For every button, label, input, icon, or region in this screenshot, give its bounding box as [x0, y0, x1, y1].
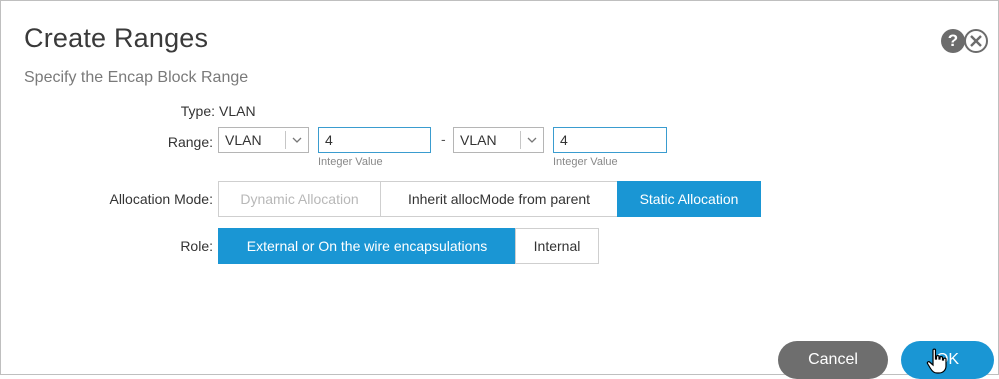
allocation-dynamic-option[interactable]: Dynamic Allocation	[218, 181, 381, 217]
hand-pointer-icon	[926, 348, 947, 374]
dialog-title: Create Ranges	[24, 23, 209, 53]
help-icon[interactable]: ?	[941, 29, 965, 53]
role-internal-option[interactable]: Internal	[515, 228, 599, 264]
role-external-option[interactable]: External or On the wire encapsulations	[218, 228, 516, 264]
range-label: Range:	[167, 134, 213, 150]
cancel-button[interactable]: Cancel	[778, 341, 888, 379]
range-from-select[interactable]: VLAN	[218, 127, 309, 153]
allocation-inherit-option[interactable]: Inherit allocMode from parent	[380, 181, 618, 217]
range-to-select[interactable]: VLAN	[453, 127, 544, 153]
close-x-glyph	[970, 35, 982, 47]
allocation-mode-label: Allocation Mode:	[109, 191, 213, 207]
role-label: Role:	[180, 238, 213, 254]
chevron-down-icon	[292, 137, 302, 143]
create-ranges-dialog: Create Ranges ? Specify the Encap Block …	[0, 0, 999, 379]
select-divider	[285, 131, 286, 149]
type-value: VLAN	[219, 103, 256, 119]
range-from-hint: Integer Value	[318, 156, 383, 168]
range-from-input[interactable]: 4	[318, 127, 431, 153]
dialog-subtitle: Specify the Encap Block Range	[24, 69, 249, 86]
range-from-select-value: VLAN	[225, 132, 262, 148]
range-to-select-value: VLAN	[460, 132, 497, 148]
range-separator: -	[441, 131, 446, 147]
select-divider	[520, 131, 521, 149]
range-to-hint: Integer Value	[553, 156, 618, 168]
range-to-input[interactable]: 4	[553, 127, 667, 153]
type-label: Type:	[180, 103, 215, 119]
close-icon[interactable]	[964, 29, 988, 53]
allocation-static-option[interactable]: Static Allocation	[617, 181, 761, 217]
chevron-down-icon	[527, 137, 537, 143]
